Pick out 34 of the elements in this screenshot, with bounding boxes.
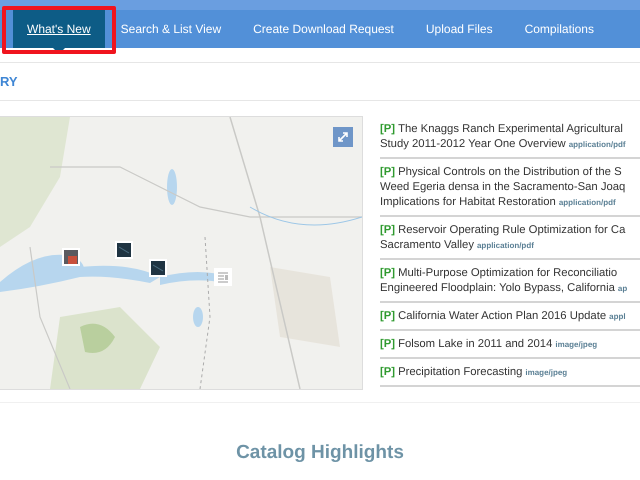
- section-title: Catalog Highlights: [236, 441, 404, 465]
- photo-marker-icon[interactable]: [115, 241, 133, 259]
- item-title-link[interactable]: Sacramento Valley: [380, 239, 474, 251]
- item-title-link[interactable]: Study 2011-2012 Year One Overview: [380, 138, 566, 150]
- file-type: application/pdf: [558, 198, 616, 207]
- item-title-link[interactable]: Reservoir Operating Rule Optimization for Ca: [398, 224, 626, 236]
- photo-marker-icon[interactable]: [62, 248, 80, 266]
- item-title-link[interactable]: Engineered Floodplain: Yolo Bypass, California: [380, 282, 615, 294]
- peer-reviewed-tag: [P]: [380, 267, 396, 279]
- file-type: image/jpeg: [555, 340, 598, 349]
- file-type: application/pdf: [568, 140, 626, 149]
- file-type: application/pdf: [476, 241, 534, 250]
- file-type: image/jpeg: [525, 368, 568, 377]
- peer-reviewed-tag: [P]: [380, 224, 396, 236]
- file-type: ap: [618, 284, 628, 293]
- item-title-link[interactable]: Precipitation Forecasting: [398, 366, 522, 378]
- file-type: appl: [609, 312, 626, 321]
- item-title-link[interactable]: Physical Controls on the Distribution of the S: [398, 166, 622, 178]
- item-title-link[interactable]: California Water Action Plan 2016 Update: [398, 310, 606, 322]
- peer-reviewed-tag: [P]: [380, 123, 396, 135]
- item-title-link[interactable]: Weed Egeria densa in the Sacramento-San Joaq: [380, 181, 626, 193]
- item-title-link[interactable]: The Knaggs Ranch Experimental Agricultural: [398, 123, 623, 135]
- photo-marker-icon[interactable]: [149, 259, 167, 277]
- item-title-link[interactable]: Implications for Habitat Restoration: [380, 196, 556, 208]
- peer-reviewed-tag: [P]: [380, 166, 396, 178]
- peer-reviewed-tag: [P]: [380, 366, 396, 378]
- peer-reviewed-tag: [P]: [380, 338, 396, 350]
- expand-icon: [337, 131, 349, 143]
- peer-reviewed-tag: [P]: [380, 310, 396, 322]
- item-title-link[interactable]: Multi-Purpose Optimization for Reconciliatio: [398, 267, 618, 279]
- expand-button[interactable]: [333, 127, 353, 147]
- section-heading: RY: [0, 73, 18, 91]
- document-marker-icon[interactable]: [214, 268, 232, 286]
- item-title-link[interactable]: Folsom Lake in 2011 and 2014: [398, 338, 552, 350]
